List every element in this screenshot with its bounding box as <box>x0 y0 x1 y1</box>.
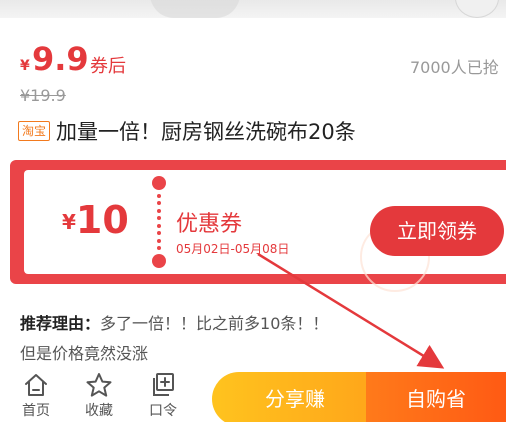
coupon-divider <box>152 176 166 268</box>
coupon-validity: 05月02日-05月08日 <box>176 242 290 256</box>
nav-favorite[interactable]: 收藏 <box>79 372 119 422</box>
reason-label: 推荐理由： <box>20 314 101 333</box>
bottom-action-bar: 首页 收藏 口令 分享赚 自购省 <box>0 368 506 422</box>
plus-square-icon <box>153 373 174 396</box>
product-image[interactable] <box>0 0 506 18</box>
star-icon <box>86 373 112 397</box>
current-price: 9.9 <box>32 40 89 78</box>
reason-text: 多了一倍！！比之前多10条！！ <box>100 314 329 333</box>
sold-count: 7000人已抢 <box>410 58 499 77</box>
product-image-detail <box>150 0 240 18</box>
coupon-value: 10 <box>75 198 129 242</box>
coupon-card[interactable]: ¥10 优惠券 05月02日-05月08日 立即领券 <box>10 160 506 292</box>
product-title-row: 淘宝 加量一倍！厨房钢丝洗碗布20条 <box>18 116 498 146</box>
platform-badge: 淘宝 <box>18 121 51 141</box>
nav-command[interactable]: 口令 <box>143 372 183 422</box>
coupon-amount: ¥10 <box>62 198 129 242</box>
coupon-name: 优惠券 <box>176 212 243 237</box>
coupon-currency: ¥ <box>62 210 76 234</box>
self-buy-button[interactable]: 自购省 <box>366 372 506 422</box>
original-price: ¥19.9 <box>20 86 66 105</box>
price-row: ¥ 9.9 券后 7000人已抢 <box>20 38 506 78</box>
nav-home-label: 首页 <box>22 403 50 419</box>
share-earn-button[interactable]: 分享赚 <box>212 372 378 422</box>
coupon-body: ¥10 优惠券 05月02日-05月08日 立即领券 <box>24 170 506 292</box>
recommend-reason: 推荐理由：多了一倍！！比之前多10条！！ <box>20 310 328 334</box>
home-icon <box>25 374 47 396</box>
product-title: 加量一倍！厨房钢丝洗碗布20条 <box>56 120 356 144</box>
reason-text-line2: 但是价格竟然没涨 <box>20 344 149 363</box>
nav-favorite-label: 收藏 <box>85 403 113 419</box>
image-overlay-button[interactable] <box>455 0 499 18</box>
claim-coupon-button[interactable]: 立即领券 <box>370 206 504 256</box>
price-currency: ¥ <box>20 58 30 74</box>
nav-home[interactable]: 首页 <box>16 372 56 422</box>
nav-command-label: 口令 <box>149 403 177 419</box>
price-tag: 券后 <box>90 56 126 77</box>
